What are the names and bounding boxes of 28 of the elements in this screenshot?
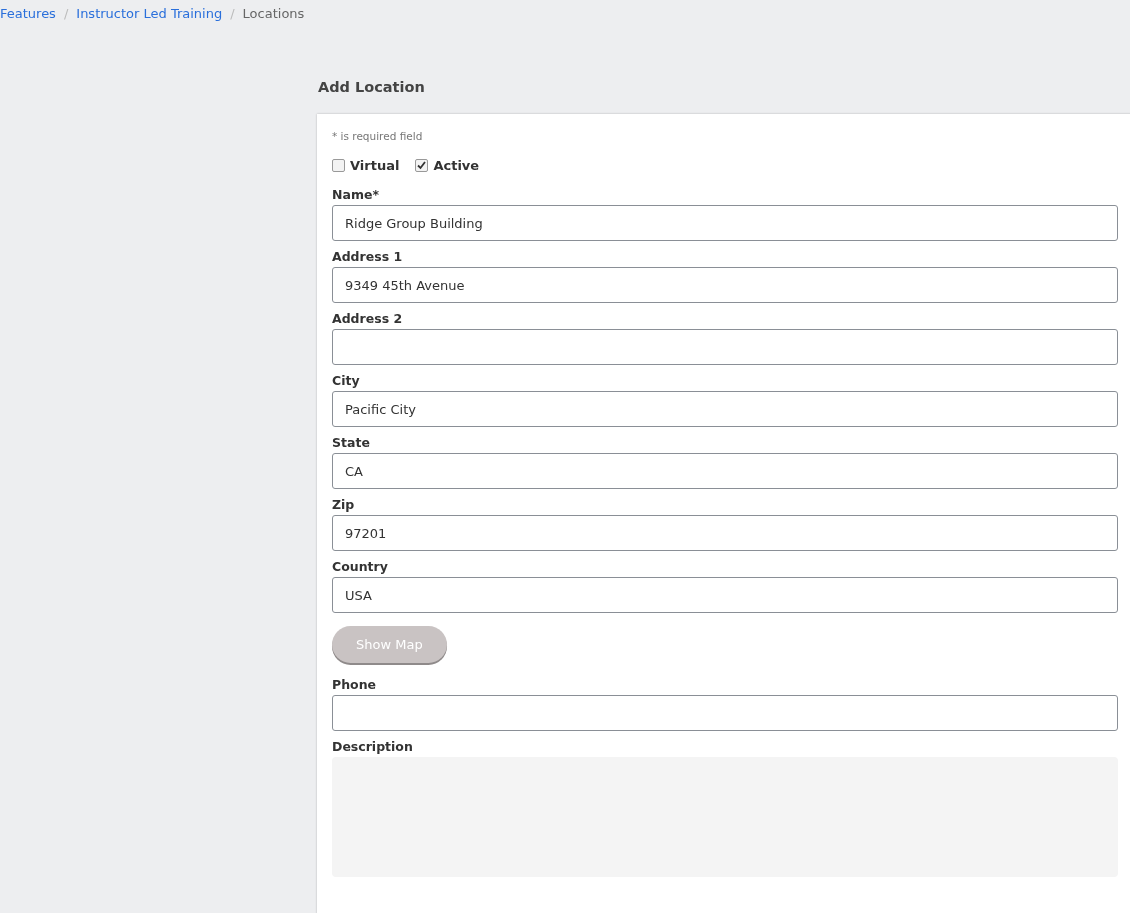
input-field[interactable]: Ridge Group Building (332, 205, 1118, 241)
input-field[interactable]: 9349 45th Avenue (332, 267, 1118, 303)
field-label: Phone (332, 677, 377, 692)
field-label: State (332, 435, 370, 450)
checkbox-label: Active (433, 158, 480, 173)
input-field[interactable]: USA (332, 577, 1118, 613)
breadcrumb-current: Locations (242, 6, 305, 21)
field-label: Description (332, 739, 413, 754)
field-label: Zip (332, 497, 355, 512)
breadcrumb-separator: / (63, 6, 69, 21)
input-field[interactable]: Pacific City (332, 391, 1118, 427)
input-field[interactable]: CA (332, 453, 1118, 489)
checkbox[interactable] (415, 159, 429, 172)
input-field[interactable] (332, 695, 1118, 731)
breadcrumb-separator: / (230, 6, 235, 21)
breadcrumb-link[interactable]: Features (0, 6, 56, 21)
input-field[interactable] (332, 329, 1118, 365)
page-title: Add Location (317, 78, 426, 97)
checkbox[interactable] (332, 159, 345, 172)
field-label: City (332, 373, 360, 388)
field-label: Address 2 (332, 311, 403, 326)
required-note: * is required field (332, 130, 424, 142)
breadcrumb-link[interactable]: Instructor Led Training (76, 6, 223, 21)
input-field[interactable]: 97201 (332, 515, 1118, 551)
checkbox-label: Virtual (350, 158, 400, 173)
field-label: Address 1 (332, 249, 403, 264)
field-label: Country (332, 559, 388, 574)
field-label: Name* (332, 187, 379, 202)
